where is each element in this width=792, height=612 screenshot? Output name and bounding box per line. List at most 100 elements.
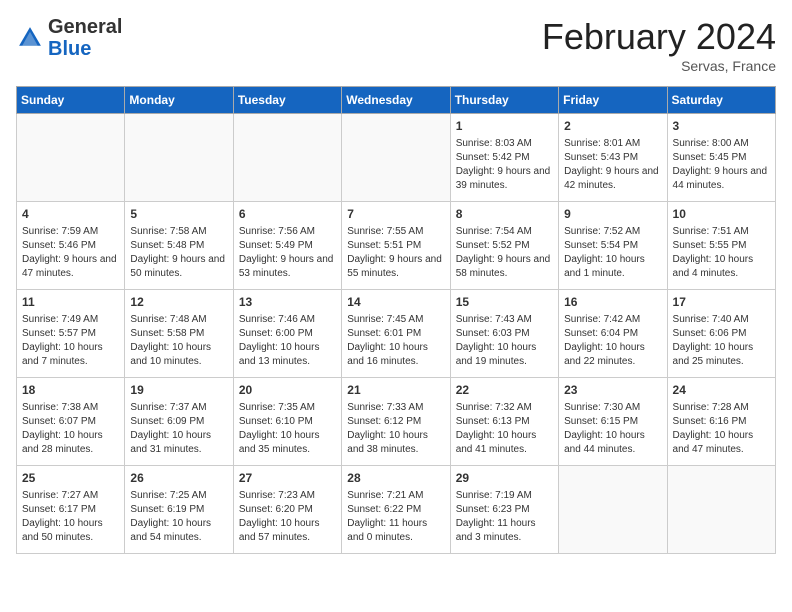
day-number: 24: [673, 382, 770, 399]
daylight-text: Daylight: 9 hours and 55 minutes.: [347, 254, 442, 279]
week-row-3: 11 Sunrise: 7:49 AM Sunset: 5:57 PM Dayligh…: [17, 290, 776, 378]
sunset-text: Sunset: 6:01 PM: [347, 328, 421, 339]
sunrise-text: Sunrise: 8:03 AM: [456, 138, 532, 149]
day-cell: 7Sunrise: 7:55 AMSunset: 5:51 PMDaylight…: [342, 202, 450, 290]
sunset-text: Sunset: 6:22 PM: [347, 504, 421, 515]
sunset-text: Sunset: 6:20 PM: [239, 504, 313, 515]
day-cell: 19Sunrise: 7:37 AMSunset: 6:09 PMDayligh…: [125, 378, 233, 466]
day-number: 13: [239, 294, 336, 311]
day-number: 14: [347, 294, 444, 311]
sunset-text: Sunset: 5:55 PM: [673, 240, 747, 251]
day-number: 22: [456, 382, 553, 399]
sunrise-text: Sunrise: 7:21 AM: [347, 490, 423, 501]
day-cell: 20Sunrise: 7:35 AMSunset: 6:10 PMDayligh…: [233, 378, 341, 466]
day-number: 12: [130, 294, 227, 311]
sunrise-text: Sunrise: 7:48 AM: [130, 314, 206, 325]
sunset-text: Sunset: 6:23 PM: [456, 504, 530, 515]
daylight-text: Daylight: 9 hours and 44 minutes.: [673, 166, 768, 191]
sunrise-text: Sunrise: 7:58 AM: [130, 226, 206, 237]
location: Servas, France: [542, 58, 776, 74]
day-cell: 2Sunrise: 8:01 AMSunset: 5:43 PMDaylight…: [559, 114, 667, 202]
month-title: February 2024: [542, 16, 776, 58]
sunset-text: Sunset: 5:46 PM: [22, 240, 96, 251]
sunset-text: Sunset: 5:48 PM: [130, 240, 204, 251]
day-number: 2: [564, 118, 661, 135]
sunrise-text: Sunrise: 7:56 AM: [239, 226, 315, 237]
day-cell: [559, 466, 667, 554]
day-cell: 9Sunrise: 7:52 AMSunset: 5:54 PMDaylight…: [559, 202, 667, 290]
day-cell: [17, 114, 125, 202]
daylight-text: Daylight: 10 hours and 31 minutes.: [130, 430, 211, 455]
sunrise-text: Sunrise: 7:19 AM: [456, 490, 532, 501]
day-number: 9: [564, 206, 661, 223]
day-cell: 29Sunrise: 7:19 AMSunset: 6:23 PMDayligh…: [450, 466, 558, 554]
day-number: 5: [130, 206, 227, 223]
week-row-2: 4Sunrise: 7:59 AMSunset: 5:46 PMDaylight…: [17, 202, 776, 290]
sunset-text: Sunset: 5:51 PM: [347, 240, 421, 251]
day-cell: 18Sunrise: 7:38 AMSunset: 6:07 PMDayligh…: [17, 378, 125, 466]
day-cell: 11 Sunrise: 7:49 AM Sunset: 5:57 PM Dayligh…: [17, 290, 125, 378]
daylight-text: Daylight: 10 hours and 57 minutes.: [239, 518, 320, 543]
logo: General Blue: [16, 16, 122, 60]
sunrise-text: Sunrise: 7:23 AM: [239, 490, 315, 501]
day-cell: [667, 466, 775, 554]
sunset-text: Sunset: 5:52 PM: [456, 240, 530, 251]
sunset-text: Sunset: 5:49 PM: [239, 240, 313, 251]
daylight-text: Daylight: 10 hours and 7 minutes.: [22, 342, 103, 367]
column-header-sunday: Sunday: [17, 87, 125, 114]
sunset-text: Sunset: 6:16 PM: [673, 416, 747, 427]
daylight-text: Daylight: 11 hours and 3 minutes.: [456, 518, 536, 543]
sunrise-text: Sunrise: 7:27 AM: [22, 490, 98, 501]
day-cell: 28Sunrise: 7:21 AMSunset: 6:22 PMDayligh…: [342, 466, 450, 554]
day-cell: 10Sunrise: 7:51 AMSunset: 5:55 PMDayligh…: [667, 202, 775, 290]
header: General Blue February 2024 Servas, Franc…: [16, 16, 776, 74]
day-number: 10: [673, 206, 770, 223]
daylight-text: Daylight: 10 hours and 10 minutes.: [130, 342, 211, 367]
sunset-text: Sunset: 6:19 PM: [130, 504, 204, 515]
day-cell: 13Sunrise: 7:46 AMSunset: 6:00 PMDayligh…: [233, 290, 341, 378]
column-header-wednesday: Wednesday: [342, 87, 450, 114]
sunset-text: Sunset: 6:09 PM: [130, 416, 204, 427]
daylight-text: Daylight: 9 hours and 58 minutes.: [456, 254, 551, 279]
daylight-text: Daylight: 10 hours and 16 minutes.: [347, 342, 428, 367]
week-row-4: 18Sunrise: 7:38 AMSunset: 6:07 PMDayligh…: [17, 378, 776, 466]
day-number: 18: [22, 382, 119, 399]
sunset-text: Sunset: 6:03 PM: [456, 328, 530, 339]
logo-text: General Blue: [48, 16, 122, 60]
day-cell: 22Sunrise: 7:32 AMSunset: 6:13 PMDayligh…: [450, 378, 558, 466]
daylight-text: Daylight: 10 hours and 25 minutes.: [673, 342, 754, 367]
sunset-text: Sunset: 6:06 PM: [673, 328, 747, 339]
sunrise-text: Sunrise: 7:38 AM: [22, 402, 98, 413]
sunset-text: Sunset: 5:57 PM: [22, 328, 96, 339]
day-cell: [342, 114, 450, 202]
daylight-text: Daylight: 10 hours and 13 minutes.: [239, 342, 320, 367]
day-cell: 16Sunrise: 7:42 AMSunset: 6:04 PMDayligh…: [559, 290, 667, 378]
sunrise-text: Sunrise: 7:33 AM: [347, 402, 423, 413]
day-cell: 17Sunrise: 7:40 AMSunset: 6:06 PMDayligh…: [667, 290, 775, 378]
sunset-text: Sunset: 6:15 PM: [564, 416, 638, 427]
column-header-monday: Monday: [125, 87, 233, 114]
daylight-text: Daylight: 10 hours and 4 minutes.: [673, 254, 754, 279]
daylight-text: Daylight: 10 hours and 47 minutes.: [673, 430, 754, 455]
sunrise-text: Sunrise: 7:25 AM: [130, 490, 206, 501]
sunset-text: Sunset: 5:43 PM: [564, 152, 638, 163]
sunrise-text: Sunrise: 7:46 AM: [239, 314, 315, 325]
daylight-text: Daylight: 10 hours and 50 minutes.: [22, 518, 103, 543]
sunset-text: Sunset: 6:10 PM: [239, 416, 313, 427]
daylight-text: Daylight: 10 hours and 19 minutes.: [456, 342, 537, 367]
sunrise-text: Sunrise: 7:49 AM: [22, 314, 98, 325]
day-cell: 12Sunrise: 7:48 AMSunset: 5:58 PMDayligh…: [125, 290, 233, 378]
calendar-table: SundayMondayTuesdayWednesdayThursdayFrid…: [16, 86, 776, 554]
day-number: 11: [22, 294, 119, 311]
day-cell: 15Sunrise: 7:43 AMSunset: 6:03 PMDayligh…: [450, 290, 558, 378]
day-number: 7: [347, 206, 444, 223]
sunrise-text: Sunrise: 7:54 AM: [456, 226, 532, 237]
column-header-tuesday: Tuesday: [233, 87, 341, 114]
sunset-text: Sunset: 6:04 PM: [564, 328, 638, 339]
day-cell: 21Sunrise: 7:33 AMSunset: 6:12 PMDayligh…: [342, 378, 450, 466]
day-cell: [125, 114, 233, 202]
day-cell: [233, 114, 341, 202]
day-number: 19: [130, 382, 227, 399]
daylight-text: Daylight: 10 hours and 41 minutes.: [456, 430, 537, 455]
sunrise-text: Sunrise: 7:42 AM: [564, 314, 640, 325]
